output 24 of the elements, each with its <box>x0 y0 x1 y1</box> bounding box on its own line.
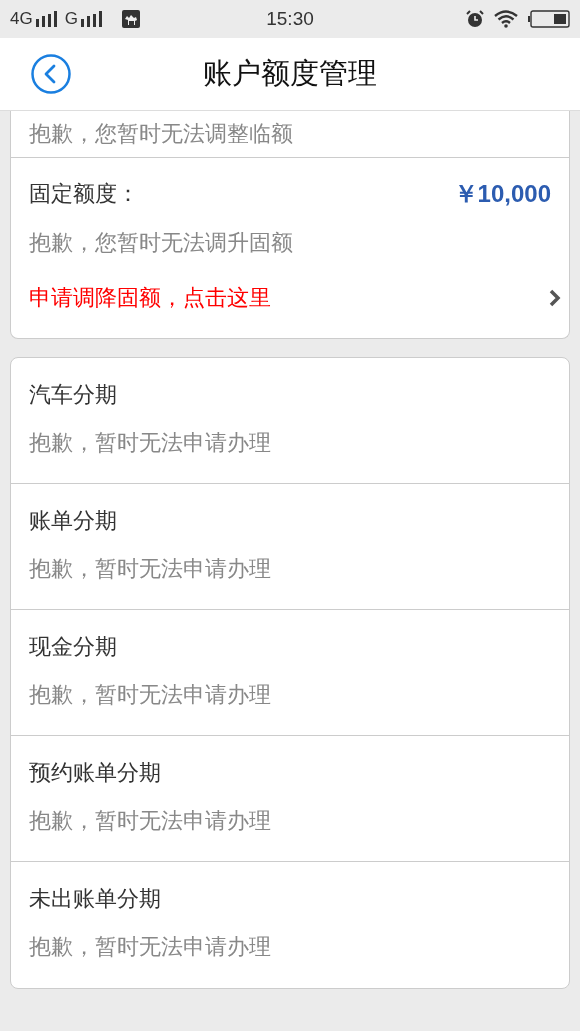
clock-time: 15:30 <box>266 8 314 30</box>
installment-title: 预约账单分期 <box>29 759 162 787</box>
chevron-right-icon <box>549 289 561 307</box>
installment-message: 抱歉，暂时无法申请办理 <box>29 933 272 961</box>
reduce-limit-link[interactable]: 申请调降固额，点击这里 <box>29 283 271 313</box>
installment-title: 未出账单分期 <box>29 885 162 913</box>
fixed-limit-label: 固定额度： <box>29 180 139 208</box>
network-label: G <box>64 9 78 29</box>
wifi-icon <box>494 10 518 28</box>
battery-icon <box>528 10 570 28</box>
installment-message: 抱歉，暂时无法申请办理 <box>29 429 272 457</box>
alarm-clock-icon <box>466 10 484 28</box>
installment-title: 现金分期 <box>29 633 118 661</box>
back-button[interactable] <box>31 54 71 94</box>
fixed-limit-amount: ￥10,000 <box>453 179 551 209</box>
installment-title: 账单分期 <box>29 507 118 535</box>
temporary-limit-message: 抱歉，您暂时无法调整临额 <box>29 120 293 148</box>
page-title: 账户额度管理 <box>203 55 377 92</box>
fixed-limit-message: 抱歉，您暂时无法调升固额 <box>29 229 294 257</box>
installment-message: 抱歉，暂时无法申请办理 <box>29 681 272 709</box>
network-label: 4G <box>10 9 33 29</box>
installment-message: 抱歉，暂时无法申请办理 <box>29 807 272 835</box>
installment-title: 汽车分期 <box>29 381 118 409</box>
installment-message: 抱歉，暂时无法申请办理 <box>29 555 272 583</box>
